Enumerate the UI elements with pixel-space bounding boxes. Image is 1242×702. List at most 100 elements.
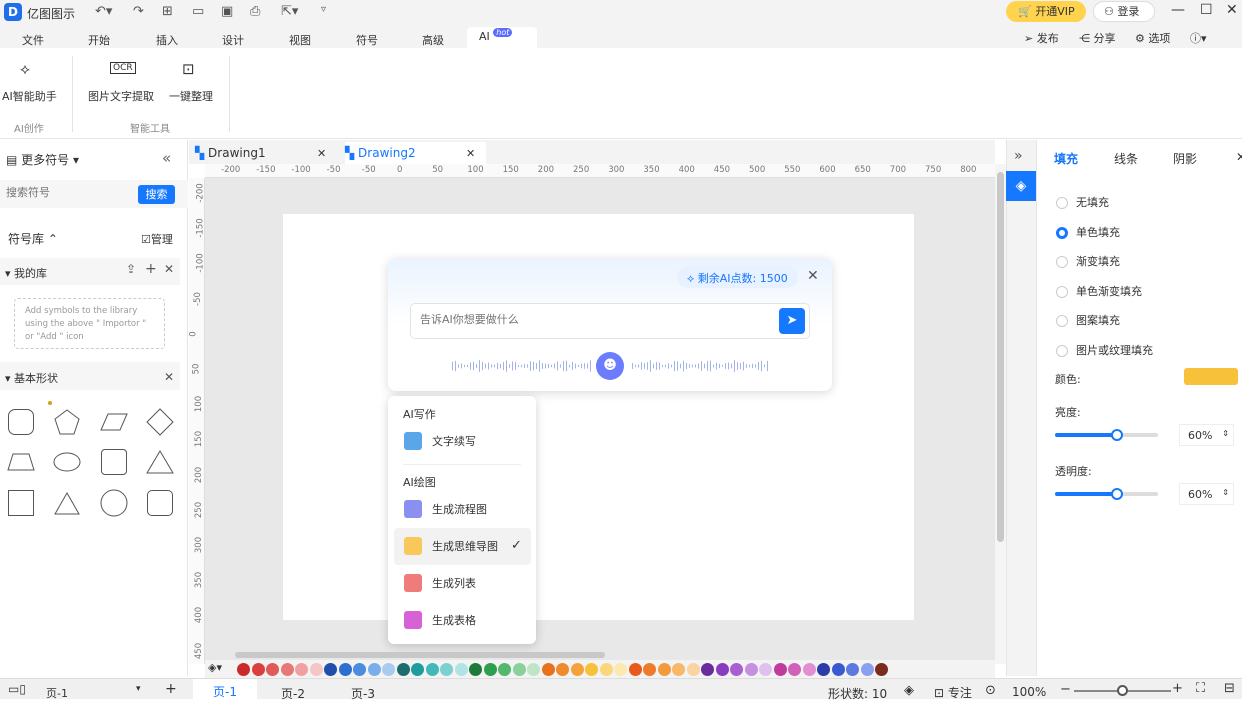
color-swatch[interactable] [483, 662, 497, 676]
color-swatch[interactable] [831, 662, 845, 676]
tab-drawing2[interactable]: ▚ Drawing2 [345, 142, 486, 164]
color-swatch[interactable] [324, 662, 337, 676]
add-page-icon[interactable]: + [165, 681, 177, 697]
color-swatch[interactable] [367, 662, 381, 676]
opacity-value[interactable]: 60% ⇕ [1179, 483, 1234, 505]
close-icon[interactable]: ✕ [1226, 2, 1238, 18]
fill-option[interactable]: 渐变填充 [1056, 247, 1153, 277]
options-button[interactable]: ⚙ 选项 [1135, 30, 1170, 46]
brightness-slider[interactable] [1055, 433, 1158, 437]
color-swatch[interactable] [701, 662, 714, 676]
color-swatch[interactable] [266, 662, 279, 676]
ai-bot-icon[interactable]: ☻ [596, 352, 624, 380]
color-swatch[interactable] [440, 662, 453, 676]
close-icon[interactable]: ✕ [807, 268, 819, 284]
spinner-icon[interactable]: ⇕ [1222, 488, 1229, 497]
fill-option[interactable]: 单色渐变填充 [1056, 277, 1153, 307]
color-swatch[interactable] [802, 662, 816, 676]
color-swatch[interactable] [715, 662, 729, 676]
search-input[interactable] [6, 186, 131, 199]
color-swatch[interactable] [817, 662, 830, 676]
print-icon[interactable]: ⎙ [250, 4, 260, 19]
menu-item-mindmap[interactable]: 生成思维导图 [404, 537, 498, 555]
color-swatch[interactable] [614, 662, 627, 676]
menu-start[interactable]: 开始 [88, 32, 110, 48]
tab-shadow[interactable]: 阴影 [1173, 150, 1197, 167]
manage-button[interactable]: ☑管理 [141, 231, 173, 247]
color-swatch[interactable] [411, 662, 424, 676]
color-swatch[interactable] [527, 662, 540, 676]
organize-button[interactable]: 一键整理 [169, 88, 213, 104]
menu-view[interactable]: 视图 [289, 32, 311, 48]
ocr-button[interactable]: 图片文字提取 [88, 88, 154, 104]
fill-option[interactable]: 图片或纹理填充 [1056, 336, 1153, 366]
shape-pentagon[interactable] [53, 408, 81, 436]
brightness-value[interactable]: 60% ⇕ [1179, 424, 1234, 446]
color-swatch[interactable] [672, 662, 685, 676]
menu-advanced[interactable]: 高级 [422, 32, 444, 48]
color-swatch[interactable] [454, 662, 468, 676]
page-tab-1[interactable]: 页-1 [193, 679, 257, 699]
menu-file[interactable]: 文件 [22, 32, 44, 48]
color-swatch[interactable] [570, 662, 584, 676]
color-swatch[interactable] [556, 662, 569, 676]
shape-trapezoid[interactable] [7, 448, 35, 476]
shape-circle[interactable] [100, 489, 128, 517]
close-tab-icon[interactable]: ✕ [466, 147, 475, 160]
help-icon[interactable]: ⓘ▾ [1190, 30, 1207, 46]
color-swatch[interactable] [237, 662, 250, 676]
minimize-icon[interactable]: — [1171, 2, 1185, 18]
color-swatch[interactable] [469, 662, 482, 676]
more-symbols-button[interactable]: ▤ 更多符号 ▾ [6, 151, 79, 168]
color-swatch[interactable] [295, 662, 308, 676]
chevron-down-icon[interactable]: ▾ [136, 684, 141, 694]
vip-button[interactable]: 🛒 开通VIP [1006, 1, 1086, 22]
close-tab-icon[interactable]: ✕ [317, 147, 326, 160]
tab-fill[interactable]: 填充 [1054, 150, 1078, 167]
color-swatch[interactable] [280, 662, 294, 676]
color-swatch[interactable] [759, 662, 772, 676]
search-button[interactable]: 搜索 [138, 185, 175, 204]
shape-square[interactable] [8, 490, 34, 516]
page-layout-icon[interactable]: ▭▯ [8, 682, 26, 696]
close-icon[interactable]: ✕ [164, 370, 174, 384]
menu-item-continue[interactable]: 文字续写 [404, 432, 476, 450]
color-swatch[interactable] [353, 662, 366, 676]
color-swatch[interactable] [628, 662, 642, 676]
color-swatch[interactable] [541, 662, 555, 676]
shape-rounded-rect[interactable] [147, 490, 173, 516]
shape-ellipse[interactable] [53, 448, 81, 476]
color-swatch[interactable] [425, 662, 439, 676]
customize-icon[interactable]: ▿ [321, 4, 326, 15]
ai-assistant-button[interactable]: AI智能助手 [2, 88, 57, 104]
fill-option[interactable]: 图案填充 [1056, 306, 1153, 336]
redo-icon[interactable]: ↷ [133, 4, 144, 19]
undo-icon[interactable]: ↶▾ [95, 4, 112, 19]
color-swatch[interactable] [251, 662, 265, 676]
color-swatch[interactable] [396, 662, 410, 676]
color-swatch[interactable] [1184, 368, 1238, 385]
color-swatch[interactable] [730, 662, 743, 676]
shape-diamond[interactable] [146, 408, 174, 436]
fill-bucket-icon[interactable]: ◈▾ [208, 661, 222, 674]
open-icon[interactable]: ▭ [192, 4, 204, 19]
close-icon[interactable]: ✕ [1236, 150, 1242, 164]
menu-item-list[interactable]: 生成列表 [404, 574, 476, 592]
menu-item-flowchart[interactable]: 生成流程图 [404, 500, 487, 518]
opacity-knob[interactable] [1110, 488, 1123, 500]
horizontal-scroll-thumb[interactable] [235, 652, 605, 658]
color-swatch[interactable] [788, 662, 801, 676]
color-swatch[interactable] [860, 662, 874, 676]
play-icon[interactable]: ⊙ [985, 683, 996, 698]
brightness-knob[interactable] [1110, 429, 1123, 441]
page-tab-3[interactable]: 页-3 [351, 685, 375, 702]
color-swatch[interactable] [643, 662, 656, 676]
color-swatch[interactable] [309, 662, 323, 676]
shape-triangle[interactable] [146, 448, 174, 476]
page-tab-2[interactable]: 页-2 [281, 685, 305, 702]
menu-ai[interactable]: AI hot [467, 27, 537, 48]
add-icon[interactable]: + [145, 261, 157, 277]
publish-button[interactable]: ➢ 发布 [1024, 30, 1059, 46]
fullscreen-icon[interactable]: ⊟ [1224, 681, 1235, 696]
spinner-icon[interactable]: ⇕ [1222, 429, 1229, 438]
